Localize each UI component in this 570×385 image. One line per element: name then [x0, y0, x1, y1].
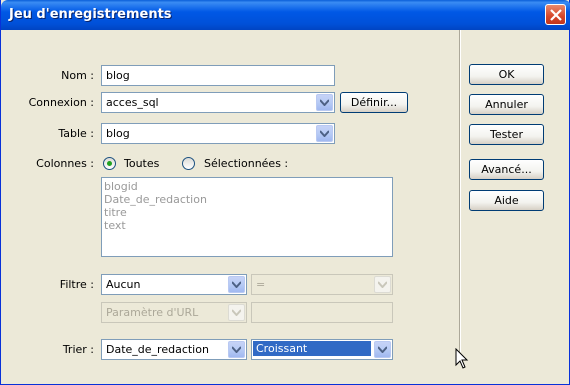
table-value: blog [106, 127, 130, 140]
title-bar[interactable]: Jeu d'enregistrements [1, 0, 570, 30]
dialog-body: Nom : blog Connexion : acces_sql Définir… [4, 30, 568, 382]
trier-order-select[interactable]: Croissant [251, 339, 393, 360]
radio-selected[interactable] [182, 157, 195, 170]
filtre-label: Filtre : [59, 278, 94, 291]
cursor-arrow-icon [455, 348, 469, 369]
annuler-button[interactable]: Annuler [469, 94, 544, 115]
vertical-divider [459, 30, 461, 352]
table-label: Table : [58, 127, 94, 140]
filtre-value: Aucun [106, 278, 141, 291]
connexion-label: Connexion : [28, 96, 94, 109]
param-type-value: Paramètre d'URL [106, 306, 199, 319]
operator-value: = [256, 278, 266, 291]
nom-label: Nom : [61, 69, 94, 82]
trier-label: Trier : [62, 343, 94, 356]
table-select[interactable]: blog [101, 123, 335, 144]
connexion-select[interactable]: acces_sql [101, 92, 335, 113]
radio-all[interactable] [103, 157, 116, 170]
connexion-value: acces_sql [106, 96, 159, 109]
close-icon [550, 9, 562, 21]
aide-button[interactable]: Aide [469, 190, 544, 211]
colonnes-label: Colonnes : [36, 157, 94, 170]
radio-all-label: Toutes [124, 157, 160, 170]
chevron-down-icon[interactable] [316, 125, 333, 142]
trier-order-value: Croissant [253, 341, 371, 356]
recordset-dialog: Jeu d'enregistrements Nom : blog Connexi… [0, 0, 570, 385]
trier-column-select[interactable]: Date_de_redaction [101, 339, 247, 360]
nom-input[interactable]: blog [101, 65, 335, 86]
chevron-down-icon[interactable] [228, 276, 245, 293]
chevron-down-icon [228, 304, 245, 321]
chevron-down-icon[interactable] [374, 341, 391, 358]
list-item[interactable]: blogid [104, 180, 390, 193]
param-type-select: Paramètre d'URL [101, 302, 247, 323]
columns-listbox[interactable]: blogid Date_de_redaction titre text [101, 177, 393, 257]
filtre-column-select[interactable]: Aucun [101, 274, 247, 295]
list-item[interactable]: Date_de_redaction [104, 193, 390, 206]
list-item[interactable]: titre [104, 206, 390, 219]
chevron-down-icon[interactable] [316, 94, 333, 111]
definir-button[interactable]: Définir... [340, 92, 408, 113]
param-value-input [251, 302, 393, 323]
window-title: Jeu d'enregistrements [9, 7, 172, 22]
list-item[interactable]: text [104, 219, 390, 232]
chevron-down-icon[interactable] [228, 341, 245, 358]
radio-selected-label: Sélectionnées : [204, 157, 289, 170]
ok-button[interactable]: OK [469, 64, 544, 85]
avance-button[interactable]: Avancé... [469, 159, 544, 180]
chevron-down-icon [374, 276, 391, 293]
close-button[interactable] [545, 4, 566, 25]
trier-column-value: Date_de_redaction [106, 343, 209, 356]
tester-button[interactable]: Tester [469, 124, 544, 145]
filtre-operator-select: = [251, 274, 393, 295]
